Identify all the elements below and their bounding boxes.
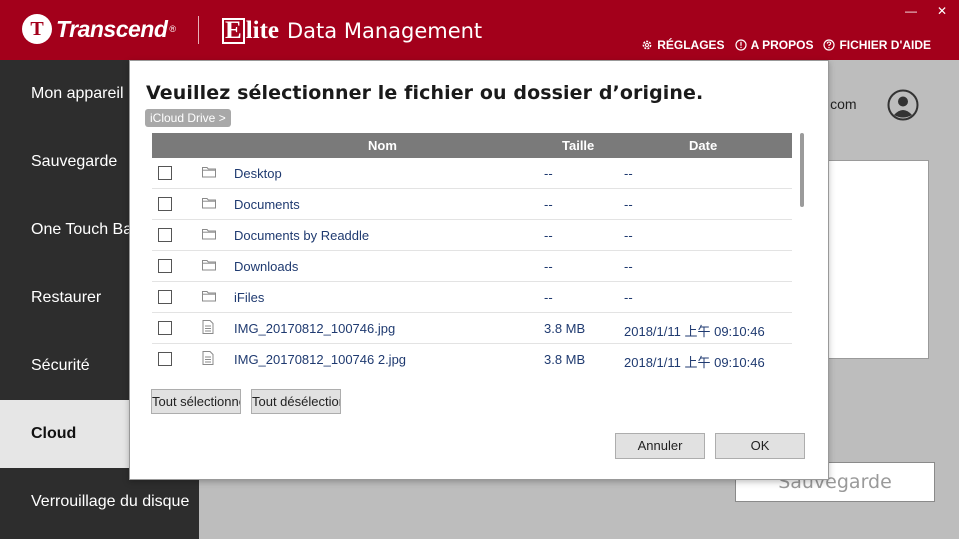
row-size: -- bbox=[544, 290, 553, 305]
gear-icon bbox=[642, 40, 652, 50]
close-window-button[interactable]: ✕ bbox=[937, 4, 947, 18]
column-date[interactable]: Date bbox=[689, 138, 717, 153]
row-date: -- bbox=[624, 259, 633, 274]
row-name[interactable]: Desktop bbox=[234, 166, 282, 181]
scrollbar[interactable] bbox=[800, 133, 806, 373]
menu-settings-label: RÉGLAGES bbox=[657, 38, 725, 52]
table-row[interactable]: Documents -- -- bbox=[152, 189, 792, 220]
row-date: -- bbox=[624, 197, 633, 212]
column-name[interactable]: Nom bbox=[368, 138, 397, 153]
file-table: Nom Taille Date Desktop -- -- Documents -- --… bbox=[152, 133, 792, 373]
row-name[interactable]: Documents by Readdle bbox=[234, 228, 369, 243]
menu-about-label: A PROPOS bbox=[750, 38, 814, 52]
table-row[interactable]: iFiles -- -- bbox=[152, 282, 792, 313]
file-icon bbox=[202, 320, 214, 334]
row-size: -- bbox=[544, 259, 553, 274]
row-date: -- bbox=[624, 290, 633, 305]
help-icon bbox=[823, 39, 836, 51]
header-divider bbox=[198, 16, 199, 44]
row-name[interactable]: iFiles bbox=[234, 290, 264, 305]
transcend-logo-mark-icon: T bbox=[22, 14, 52, 44]
cancel-button[interactable]: Annuler bbox=[615, 433, 705, 459]
row-date: 2018/1/11 上午 09:10:46 bbox=[624, 324, 765, 339]
row-size: 3.8 MB bbox=[544, 321, 586, 336]
folder-icon bbox=[202, 260, 216, 271]
ok-button[interactable]: OK bbox=[715, 433, 805, 459]
scrollbar-thumb[interactable] bbox=[800, 133, 804, 207]
app-title: Elite Data Management bbox=[222, 17, 482, 45]
table-row[interactable]: IMG_20170812_100746.jpg 3.8 MB 2018/1/11 上… bbox=[152, 313, 792, 344]
table-row[interactable]: Documents by Readdle -- -- bbox=[152, 220, 792, 251]
table-row[interactable]: Desktop -- -- bbox=[152, 158, 792, 189]
row-name[interactable]: IMG_20170812_100746 2.jpg bbox=[234, 352, 406, 367]
info-icon bbox=[734, 39, 747, 51]
sidebar-item-label: Restaurer bbox=[31, 289, 102, 306]
row-date: 2018/1/11 上午 09:10:46 bbox=[624, 355, 765, 370]
folder-icon bbox=[202, 229, 216, 240]
table-row[interactable]: IMG_20170812_100746 2.jpg 3.8 MB 2018/1/11… bbox=[152, 344, 792, 373]
breadcrumb[interactable]: iCloud Drive > bbox=[145, 109, 231, 127]
sidebar-item-label: Cloud bbox=[31, 425, 77, 442]
row-checkbox[interactable] bbox=[158, 290, 172, 304]
row-checkbox[interactable] bbox=[158, 352, 172, 366]
row-name[interactable]: Downloads bbox=[234, 259, 298, 274]
minimize-button[interactable]: — bbox=[905, 4, 917, 18]
dialog-title: Veuillez sélectionner le fichier ou doss… bbox=[146, 82, 704, 104]
row-checkbox[interactable] bbox=[158, 166, 172, 180]
row-size: -- bbox=[544, 228, 553, 243]
app-header: T Transcend ® Elite Data Management — ✕ R… bbox=[0, 0, 959, 60]
source-select-dialog: Veuillez sélectionner le fichier ou doss… bbox=[129, 60, 829, 480]
menu-about[interactable]: A PROPOS bbox=[734, 38, 814, 52]
elite-logo: Elite bbox=[222, 17, 279, 45]
sidebar-item-label: Sauvegarde bbox=[31, 153, 118, 170]
row-size: -- bbox=[544, 166, 553, 181]
menu-settings[interactable]: RÉGLAGES bbox=[641, 38, 725, 52]
brand-name: Transcend bbox=[56, 15, 168, 42]
folder-icon bbox=[202, 167, 216, 178]
sidebar-item-label: Verrouillage du disque bbox=[31, 493, 190, 510]
row-size: -- bbox=[544, 197, 553, 212]
row-size: 3.8 MB bbox=[544, 352, 586, 367]
folder-icon bbox=[202, 291, 216, 302]
row-date: -- bbox=[624, 228, 633, 243]
menu-help[interactable]: FICHIER D'AIDE bbox=[823, 38, 931, 52]
deselect-all-button[interactable]: Tout désélectionner bbox=[251, 389, 341, 414]
folder-icon bbox=[202, 198, 216, 209]
brand-registered: ® bbox=[169, 24, 177, 34]
row-name[interactable]: Documents bbox=[234, 197, 300, 212]
sidebar-item-label: Sécurité bbox=[31, 357, 90, 374]
table-row[interactable]: Downloads -- -- bbox=[152, 251, 792, 282]
row-checkbox[interactable] bbox=[158, 321, 172, 335]
menu-help-label: FICHIER D'AIDE bbox=[839, 38, 931, 52]
file-icon bbox=[202, 351, 214, 365]
cloud-panel bbox=[828, 160, 929, 359]
row-checkbox[interactable] bbox=[158, 228, 172, 242]
row-checkbox[interactable] bbox=[158, 259, 172, 273]
sidebar-item-label: Mon appareil bbox=[31, 85, 124, 102]
row-name[interactable]: IMG_20170812_100746.jpg bbox=[234, 321, 395, 336]
app-title-text: Data Management bbox=[287, 19, 483, 43]
top-menu: RÉGLAGES A PROPOS FICHIER D'AIDE bbox=[631, 38, 931, 52]
select-all-button[interactable]: Tout sélectionner bbox=[151, 389, 241, 414]
row-date: -- bbox=[624, 166, 633, 181]
row-checkbox[interactable] bbox=[158, 197, 172, 211]
user-avatar-icon[interactable] bbox=[887, 89, 919, 121]
table-header: Nom Taille Date bbox=[152, 133, 792, 158]
column-size[interactable]: Taille bbox=[562, 138, 594, 153]
transcend-logo: T Transcend ® bbox=[22, 14, 176, 44]
